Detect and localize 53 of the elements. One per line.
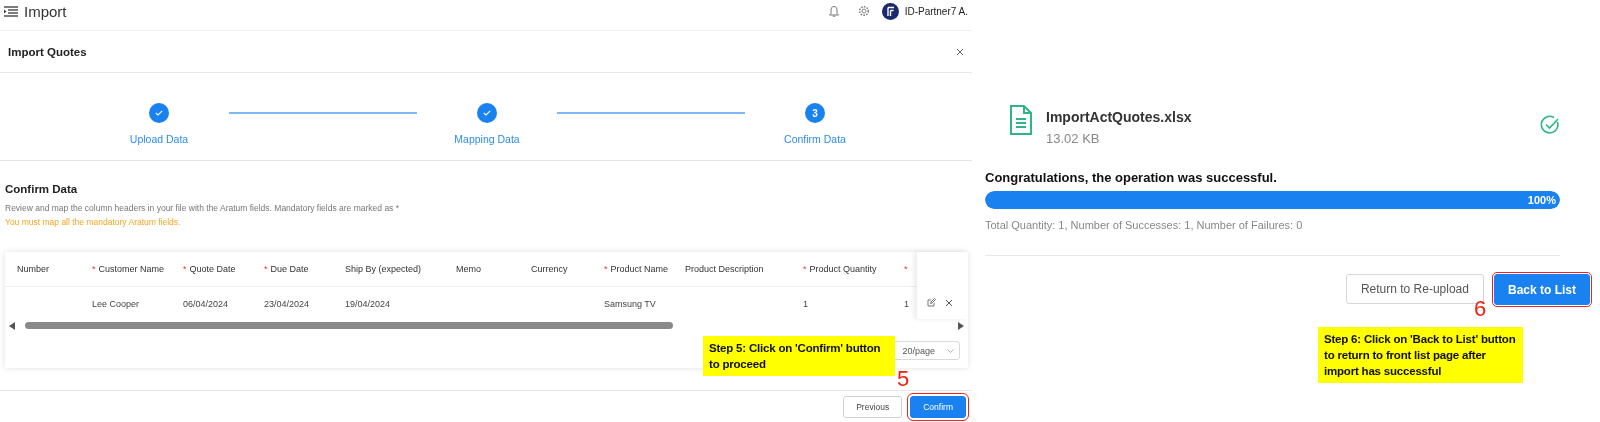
check-icon <box>155 110 163 116</box>
step-label: Upload Data <box>129 133 189 145</box>
confirm-button[interactable]: Confirm <box>910 396 966 418</box>
result-summary: Total Quantity: 1, Number of Successes: 1, Number of Failures: 0 <box>985 219 1304 231</box>
step-label: Confirm Data <box>784 133 846 145</box>
success-message: Congratulations, the operation was successful. <box>985 170 1278 185</box>
callout-note: Step 5: Click on 'Confirm' button to proceed <box>703 336 895 376</box>
step-number: 3 <box>805 103 825 123</box>
column-header: Number <box>17 264 49 274</box>
table-cell: Samsung TV <box>604 299 656 309</box>
user-name[interactable]: ID-Partner7 A. <box>904 5 968 17</box>
column-header: Currency <box>531 264 568 274</box>
close-icon[interactable] <box>956 47 964 56</box>
table-cell: 19/04/2024 <box>345 299 391 309</box>
previous-button[interactable]: Previous <box>843 396 903 418</box>
section-description: Review and map the column headers in your file with the Aratum fields. Mandatory fields are marked as * <box>5 202 401 215</box>
caret-icon <box>947 348 954 353</box>
back-to-list-button[interactable]: Back to List <box>1494 274 1590 305</box>
table-cell: Lee Cooper <box>92 299 140 309</box>
document-icon <box>1010 105 1032 135</box>
section-title: Confirm Data <box>5 182 79 197</box>
column-header: Product Description <box>685 264 764 274</box>
scroll-right-icon[interactable] <box>958 322 964 330</box>
settings-icon[interactable] <box>857 5 870 17</box>
delete-icon[interactable] <box>945 298 953 307</box>
step-label: Mapping Data <box>454 133 520 145</box>
dialog-title: Import Quotes <box>8 45 87 58</box>
column-header: * Quote Date <box>183 264 236 274</box>
file-size: 13.02 KB <box>1046 131 1101 146</box>
warning-message: You must map all the mandatory Aratum fields. <box>5 216 182 229</box>
progress-reading: 100% <box>1527 194 1557 206</box>
check-circle-icon <box>1540 115 1560 135</box>
menu-icon[interactable] <box>4 5 18 17</box>
column-header: * Due Date <box>264 264 309 274</box>
table-cell: 1 <box>803 299 808 309</box>
table-cell: 06/04/2024 <box>183 299 229 309</box>
column-header: * <box>904 264 909 274</box>
callout-note: Step 6: Click on 'Back to List' button to return to front list page after import has successful <box>1318 327 1523 383</box>
table-cell: 1 <box>904 299 909 309</box>
column-header: * Product Quantity <box>803 264 877 274</box>
column-header: Memo <box>456 264 481 274</box>
column-header: Ship By (expected) <box>345 264 422 274</box>
check-icon <box>483 110 491 116</box>
edit-icon[interactable] <box>927 298 936 307</box>
column-header: * Customer Name <box>92 264 165 274</box>
step-marker-number: 5 <box>897 368 910 390</box>
page-title: Import <box>24 2 67 20</box>
table-cell: 23/04/2024 <box>264 299 310 309</box>
bell-icon[interactable] <box>827 4 840 18</box>
avatar-icon[interactable] <box>881 2 899 20</box>
column-header: * Product Name <box>604 264 669 274</box>
file-name: ImportActQuotes.xlsx <box>1046 109 1192 125</box>
scroll-left-icon[interactable] <box>9 322 15 330</box>
